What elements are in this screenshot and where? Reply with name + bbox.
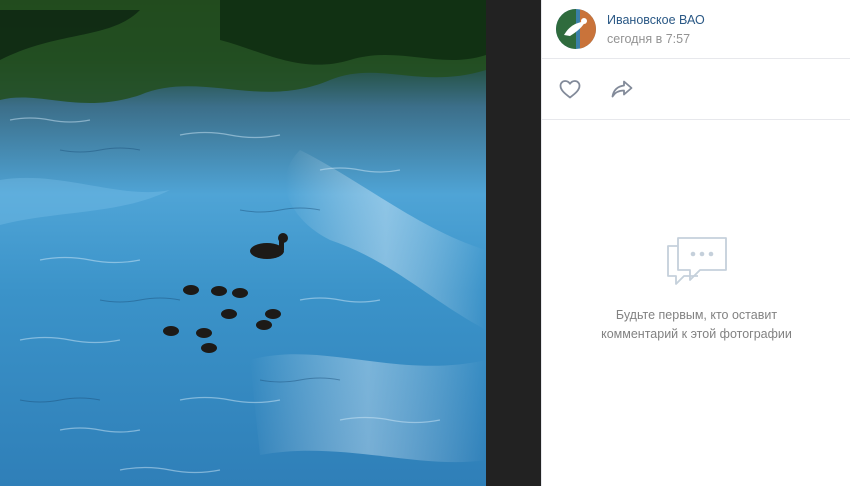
- share-button[interactable]: [609, 76, 635, 102]
- share-arrow-icon: [611, 80, 633, 98]
- photo-actions: [542, 59, 850, 120]
- post-time[interactable]: сегодня в 7:57: [607, 31, 705, 47]
- comments-empty-text: Будьте первым, кто оставит комментарий к…: [567, 306, 827, 344]
- author-name-link[interactable]: Ивановское ВАО: [607, 12, 705, 28]
- speech-bubbles-icon: [666, 237, 727, 285]
- comments-empty-state: Будьте первым, кто оставит комментарий к…: [542, 121, 850, 421]
- comments-empty-line1: Будьте первым, кто оставит: [615, 308, 778, 322]
- avatar[interactable]: [556, 9, 596, 49]
- photo-backdrop: [486, 0, 541, 486]
- photo-viewer: Ивановское ВАО сегодня в 7:57 Будьте пер…: [0, 0, 850, 486]
- comments-empty-line2: комментарий к этой фотографии: [601, 327, 792, 341]
- heart-icon: [559, 80, 581, 99]
- author-info: Ивановское ВАО сегодня в 7:57: [607, 12, 705, 47]
- photo[interactable]: [0, 0, 486, 486]
- like-button[interactable]: [557, 76, 583, 102]
- photo-area: [0, 0, 541, 486]
- author-header: Ивановское ВАО сегодня в 7:57: [542, 0, 850, 59]
- photo-sidebar: Ивановское ВАО сегодня в 7:57 Будьте пер…: [541, 0, 850, 486]
